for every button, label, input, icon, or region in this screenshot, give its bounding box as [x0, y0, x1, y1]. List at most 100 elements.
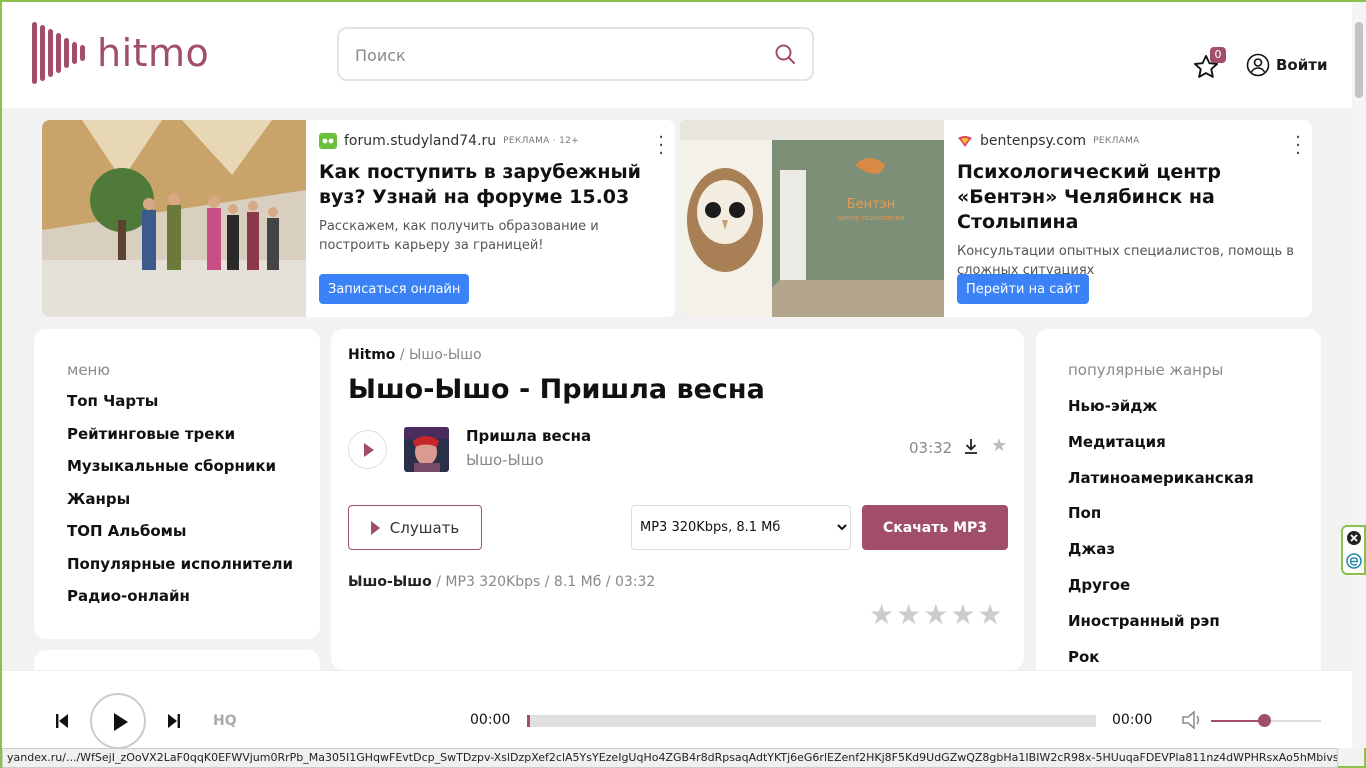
track-artist[interactable]: Ышо-Ышо: [466, 451, 544, 469]
genre-item[interactable]: Медитация: [1068, 432, 1254, 468]
ad-more-icon[interactable]: · · ·: [658, 129, 664, 163]
login-label: Войти: [1276, 56, 1328, 74]
ad-content: forum.studyland74.ru РЕКЛАМА · 12+ Как п…: [319, 130, 663, 255]
rating-star-icon[interactable]: ★: [896, 599, 921, 631]
volume-fill: [1211, 720, 1264, 722]
edge-icon[interactable]: [1346, 553, 1362, 569]
ad-source: bentenpsy.com РЕКЛАМА: [957, 130, 1300, 152]
download-icon[interactable]: [962, 437, 980, 455]
previous-track-icon[interactable]: [54, 713, 70, 729]
ad-source-domain: forum.studyland74.ru: [344, 133, 497, 149]
login-button[interactable]: Войти: [1246, 53, 1327, 77]
logo-icon: [32, 22, 85, 84]
progress-bar[interactable]: [527, 715, 1096, 727]
ad-tag: РЕКЛАМА · 12+: [503, 136, 579, 146]
meta-duration: 03:32: [614, 574, 656, 590]
volume-slider[interactable]: [1211, 714, 1321, 727]
ad-text: Расскажем, как получить образование и по…: [319, 219, 599, 253]
genre-item[interactable]: Другое: [1068, 575, 1254, 611]
genre-list: Нью-эйдж Медитация Латиноамериканская По…: [1068, 396, 1254, 682]
ad-image-sign-sub: центр психологии: [837, 214, 904, 222]
ad-image-sign: Бентэн: [847, 197, 896, 212]
close-icon[interactable]: [1346, 530, 1362, 546]
popular-genres: популярные жанры Нью-эйдж Медитация Лати…: [1036, 329, 1321, 699]
total-time: 00:00: [1112, 712, 1153, 728]
current-time: 00:00: [470, 712, 511, 728]
ad-title[interactable]: Как поступить в зарубежный вуз? Узнай на…: [319, 160, 663, 210]
menu-item-popular-artists[interactable]: Популярные исполнители: [67, 554, 293, 587]
menu-title: меню: [67, 361, 110, 379]
extension-widget[interactable]: [1341, 525, 1366, 575]
ad-source-domain: bentenpsy.com: [980, 133, 1087, 149]
track-name[interactable]: Пришла весна: [466, 427, 591, 445]
volume-knob[interactable]: [1257, 714, 1271, 727]
download-mp3-button[interactable]: Скачать MP3: [862, 505, 1008, 550]
progress-fill: [527, 715, 530, 727]
meta-separator: /: [544, 574, 550, 590]
logo[interactable]: hitmo: [32, 22, 209, 84]
track-panel: Hitmo / Ышо-Ышо Ышо-Ышо - Пришла весна П…: [331, 329, 1024, 670]
quality-select[interactable]: MP3 320Kbps, 8.1 Мб: [631, 505, 851, 550]
meta-separator: /: [605, 574, 611, 590]
next-track-icon[interactable]: [166, 713, 182, 729]
page-title: Ышо-Ышо - Пришла весна: [348, 374, 765, 405]
audio-player: HQ 00:00 00:00: [2, 670, 1364, 749]
meta-format: MP3 320Kbps: [445, 574, 541, 590]
hq-toggle[interactable]: HQ: [213, 713, 237, 729]
search-input[interactable]: [355, 42, 755, 68]
ad-cta-button[interactable]: Перейти на сайт: [957, 274, 1090, 304]
search-box: [337, 27, 814, 81]
genre-item[interactable]: Иностранный рэп: [1068, 611, 1254, 647]
rating-star-icon[interactable]: ★: [950, 599, 975, 631]
rating-star-icon[interactable]: ★: [869, 599, 894, 631]
genre-item[interactable]: Нью-эйдж: [1068, 396, 1254, 432]
ad-banner[interactable]: Бентэн центр психологии bentenpsy.com РЕ…: [680, 120, 1312, 317]
track-cover: [404, 427, 449, 472]
genre-item[interactable]: Латиноамериканская: [1068, 468, 1254, 504]
menu-item-top-charts[interactable]: Топ Чарты: [67, 391, 293, 424]
menu-item-rated-tracks[interactable]: Рейтинговые треки: [67, 424, 293, 457]
menu-item-collections[interactable]: Музыкальные сборники: [67, 456, 293, 489]
rating-star-icon[interactable]: ★: [977, 599, 1002, 631]
page-scrollbar[interactable]: [1352, 2, 1366, 748]
ad-cta-button[interactable]: Записаться онлайн: [319, 274, 470, 304]
breadcrumb-current: Ышо-Ышо: [409, 347, 482, 363]
ad-image: Бентэн центр психологии: [680, 120, 944, 317]
meta-separator: /: [436, 574, 441, 590]
player-play-button[interactable]: [90, 693, 146, 749]
menu-item-top-albums[interactable]: ТОП Альбомы: [67, 521, 293, 554]
ad-favicon-icon: [958, 136, 972, 147]
listen-label: Слушать: [389, 518, 460, 537]
listen-button[interactable]: Слушать: [348, 505, 482, 550]
menu-item-radio[interactable]: Радио-онлайн: [67, 586, 293, 619]
menu-item-genres[interactable]: Жанры: [67, 489, 293, 522]
logo-text: hitmo: [97, 31, 210, 75]
ad-more-icon[interactable]: · · ·: [1295, 129, 1301, 163]
favorites-button[interactable]: 0: [1192, 47, 1232, 82]
ad-tag: РЕКЛАМА: [1093, 136, 1140, 146]
volume-icon[interactable]: [1179, 707, 1205, 733]
menu-list: Топ Чарты Рейтинговые треки Музыкальные …: [67, 391, 293, 619]
ad-source: forum.studyland74.ru РЕКЛАМА · 12+: [319, 130, 663, 152]
rating-star-icon[interactable]: ★: [923, 599, 948, 631]
track-favorite-star-icon[interactable]: ★: [991, 435, 1007, 456]
main-menu: меню Топ Чарты Рейтинговые треки Музыкал…: [34, 329, 320, 639]
track-play-button[interactable]: [348, 430, 387, 469]
track-meta: Ышо-Ышо / MP3 320Kbps / 8.1 Мб / 03:32: [348, 574, 655, 590]
ad-title[interactable]: Психологический центр «Бентэн» Челябинск…: [957, 160, 1300, 235]
search-icon[interactable]: [774, 43, 796, 65]
status-bar-url: yandex.ru/.../WfSejI_zOoVX2LaF0qqK0EFWVj…: [2, 748, 1338, 768]
meta-size: 8.1 Мб: [553, 574, 602, 590]
ad-banner[interactable]: forum.studyland74.ru РЕКЛАМА · 12+ Как п…: [42, 120, 675, 317]
breadcrumb: Hitmo / Ышо-Ышо: [348, 347, 482, 363]
genre-item[interactable]: Поп: [1068, 503, 1254, 539]
favorites-count-badge: 0: [1210, 47, 1226, 63]
user-icon: [1246, 53, 1270, 77]
breadcrumb-separator: /: [399, 347, 405, 363]
track-duration: 03:32: [909, 439, 953, 457]
breadcrumb-home[interactable]: Hitmo: [348, 347, 395, 363]
scrollbar-thumb[interactable]: [1355, 22, 1363, 98]
meta-artist[interactable]: Ышо-Ышо: [348, 574, 432, 590]
genre-item[interactable]: Джаз: [1068, 539, 1254, 575]
ad-favicon-icon: [319, 133, 337, 149]
